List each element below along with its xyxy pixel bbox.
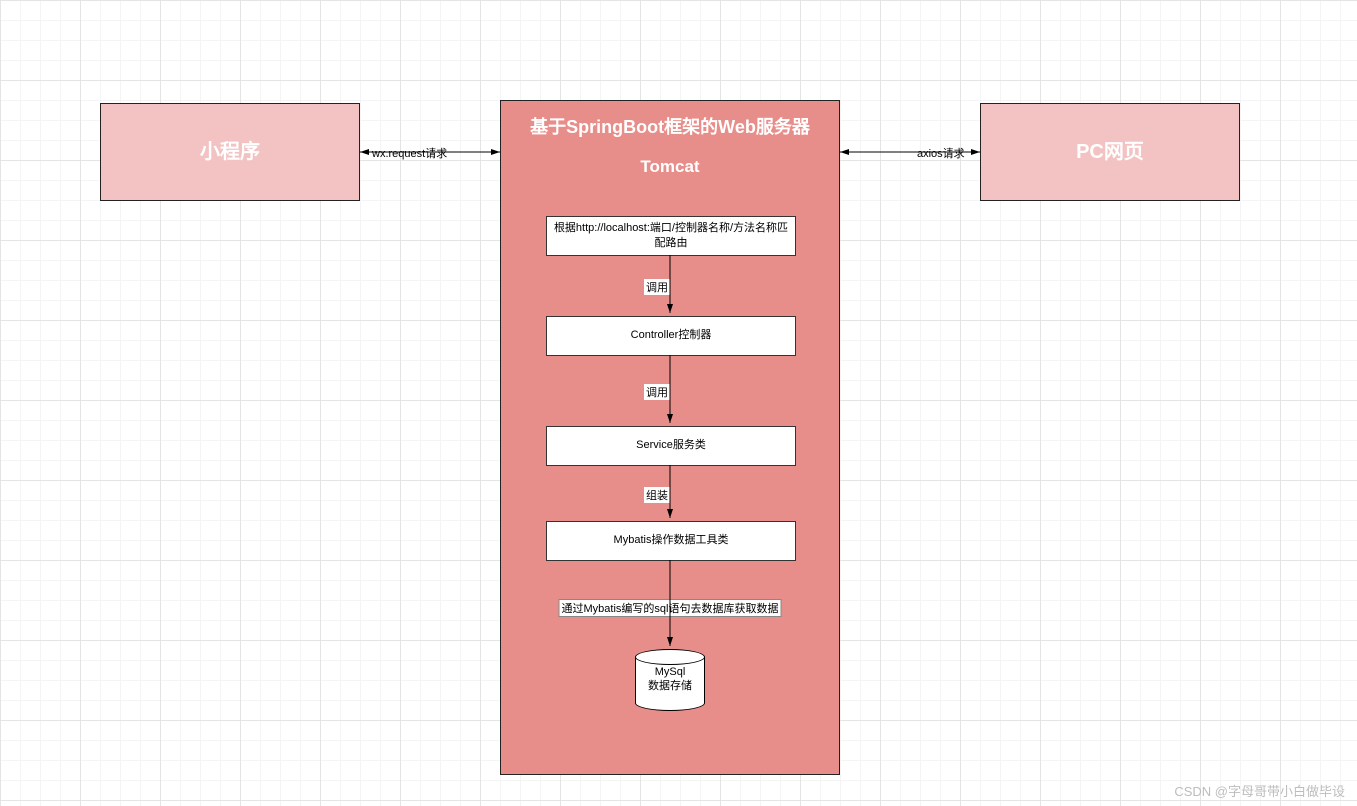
step-controller-text: Controller控制器	[631, 328, 712, 343]
step-route: 根据http://localhost:端口/控制器名称/方法名称匹配路由	[546, 216, 796, 256]
step-route-text: 根据http://localhost:端口/控制器名称/方法名称匹配路由	[553, 221, 789, 252]
db-name: MySql	[636, 665, 704, 679]
step-service: Service服务类	[546, 426, 796, 466]
right-arrow-label: axios请求	[915, 145, 967, 161]
arrow-label-3: 组装	[644, 487, 670, 503]
database-cylinder: MySql 数据存储	[635, 649, 705, 711]
server-subtitle: Tomcat	[501, 157, 839, 177]
step-service-text: Service服务类	[636, 438, 706, 453]
arrow-label-4: 通过Mybatis编写的sql语句去数据库获取数据	[559, 599, 782, 617]
miniprogram-block: 小程序	[100, 103, 360, 201]
server-container: 基于SpringBoot框架的Web服务器 Tomcat 根据http://lo…	[500, 100, 840, 775]
arrow-label-1: 调用	[644, 279, 670, 295]
step-mybatis: Mybatis操作数据工具类	[546, 521, 796, 561]
watermark: CSDN @字母哥带小白做毕设	[1174, 781, 1345, 800]
step-controller: Controller控制器	[546, 316, 796, 356]
left-arrow-label: wx.request请求	[370, 145, 449, 161]
step-mybatis-text: Mybatis操作数据工具类	[614, 533, 729, 548]
miniprogram-label: 小程序	[200, 138, 260, 166]
pc-web-block: PC网页	[980, 103, 1240, 201]
db-desc: 数据存储	[636, 679, 704, 693]
pc-web-label: PC网页	[1076, 138, 1144, 166]
server-title: 基于SpringBoot框架的Web服务器	[501, 113, 839, 139]
arrow-label-2: 调用	[644, 384, 670, 400]
